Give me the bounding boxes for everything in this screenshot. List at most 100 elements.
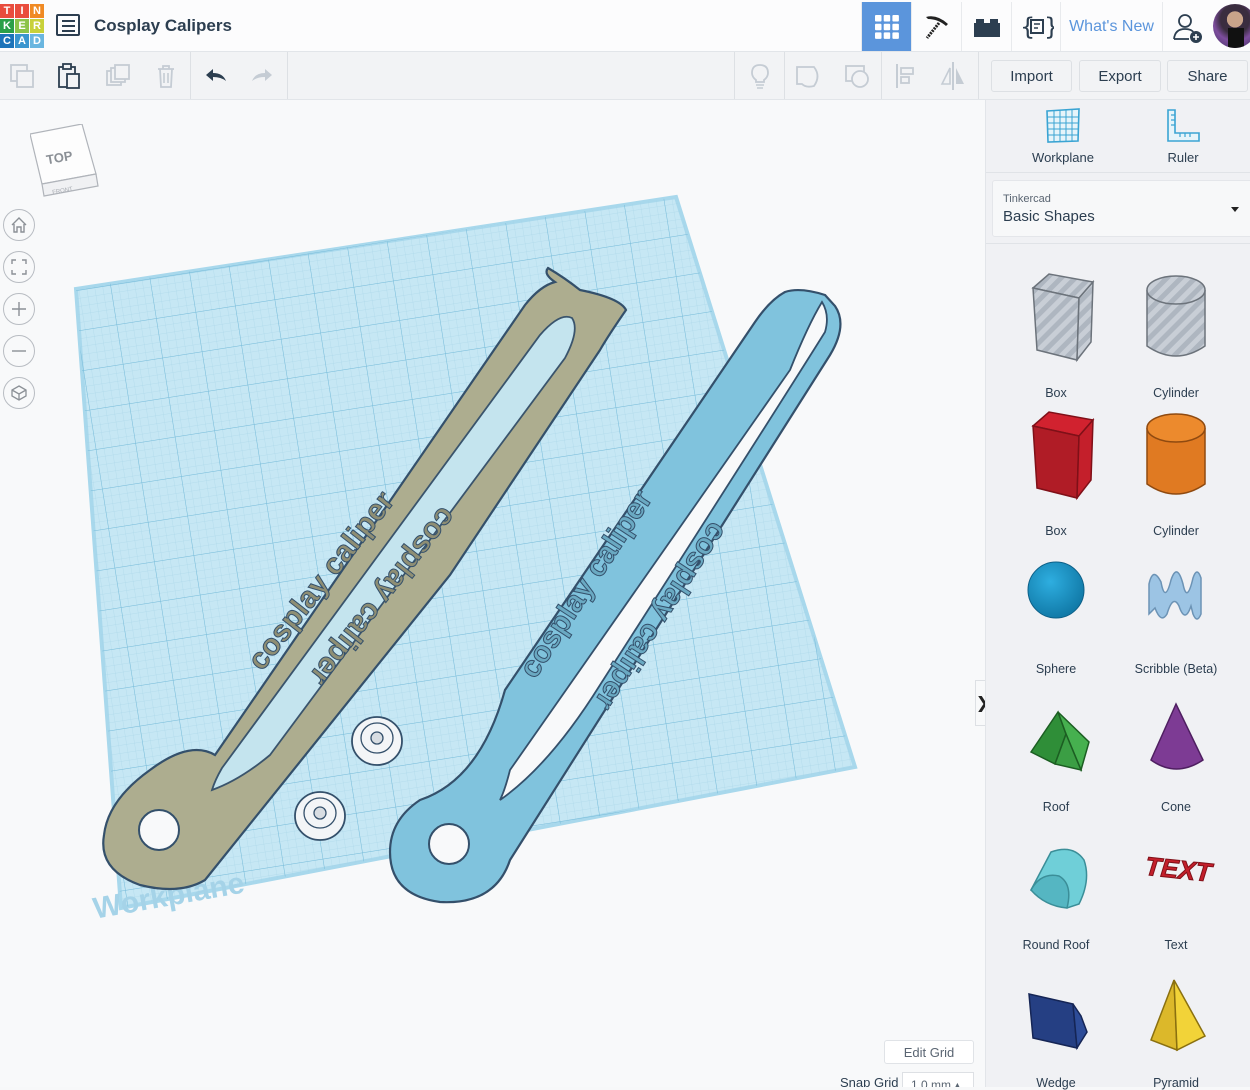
- notes-button[interactable]: [744, 60, 776, 92]
- shape-sphere[interactable]: Sphere: [996, 536, 1116, 676]
- shape-text[interactable]: TEXT Text: [1116, 812, 1236, 952]
- tinkercad-logo[interactable]: T I N K E R C A D: [0, 4, 44, 48]
- ruler-tool-label: Ruler: [1167, 150, 1199, 165]
- edit-grid-button[interactable]: Edit Grid: [884, 1040, 974, 1064]
- duplicate-button[interactable]: [102, 60, 134, 92]
- home-view-button[interactable]: [3, 209, 35, 241]
- shape-cylinder-hole[interactable]: Cylinder: [1116, 260, 1236, 400]
- export-button[interactable]: Export: [1079, 60, 1161, 92]
- view-cube[interactable]: TOP FRONT: [30, 124, 102, 204]
- shape-cone[interactable]: Cone: [1116, 674, 1236, 814]
- logo-letter: N: [30, 4, 44, 18]
- library-provider: Tinkercad: [1003, 193, 1051, 205]
- panel-divider: [986, 172, 1250, 173]
- plus-icon: [12, 302, 26, 316]
- shape-label: Wedge: [1036, 1076, 1076, 1090]
- mirror-button[interactable]: [937, 60, 969, 92]
- code-braces-icon: {}: [1020, 13, 1054, 41]
- duplicate-icon: [106, 64, 130, 86]
- nav-codeblocks[interactable]: {}: [1011, 2, 1061, 51]
- import-button[interactable]: Import: [991, 60, 1072, 92]
- logo-letter: K: [0, 19, 14, 33]
- shape-scribble[interactable]: Scribble (Beta): [1116, 536, 1236, 676]
- delete-button[interactable]: [150, 60, 182, 92]
- snap-grid-label: Snap Grid: [840, 1075, 899, 1087]
- brick-icon: [973, 18, 1000, 37]
- svg-text:TEXT: TEXT: [1144, 851, 1215, 888]
- design-list-icon[interactable]: [56, 14, 80, 36]
- toolbar-divider: [287, 52, 288, 99]
- side-panel: Workplane Ruler Tinkercad Basic Shapes B…: [985, 100, 1250, 1090]
- cone-icon: [1150, 702, 1204, 770]
- document-title[interactable]: Cosplay Calipers: [94, 16, 232, 36]
- perspective-button[interactable]: [3, 377, 35, 409]
- snap-grid-select[interactable]: 1.0 mm ▴: [902, 1072, 974, 1087]
- logo-letter: E: [15, 19, 29, 33]
- nav-blocks[interactable]: [911, 2, 961, 51]
- shape-box[interactable]: Box: [996, 398, 1116, 538]
- scribble-icon: [1148, 571, 1202, 620]
- group-icon: [845, 65, 869, 88]
- undo-button[interactable]: [200, 60, 232, 92]
- nav-bricks[interactable]: [961, 2, 1011, 51]
- nav-3d-design[interactable]: [861, 2, 911, 51]
- logo-letter: C: [0, 34, 14, 48]
- paste-button[interactable]: [53, 60, 85, 92]
- zoom-in-button[interactable]: [3, 293, 35, 325]
- group-button[interactable]: [842, 60, 874, 92]
- logo-letter: T: [0, 4, 14, 18]
- shape-library-select[interactable]: Tinkercad Basic Shapes: [992, 180, 1250, 237]
- copy-button[interactable]: [6, 60, 38, 92]
- copy-icon: [10, 64, 34, 88]
- whats-new-link[interactable]: What's New: [1060, 2, 1162, 51]
- invite-user-button[interactable]: [1162, 2, 1212, 51]
- grid-icon: [874, 14, 899, 39]
- ruler-icon: [1167, 109, 1200, 142]
- shape-cylinder[interactable]: Cylinder: [1116, 398, 1236, 538]
- show-all-button[interactable]: [793, 60, 825, 92]
- 3d-viewport[interactable]: Workplane cosplay caliper cosplay calipe…: [0, 100, 985, 1087]
- svg-text:}: }: [1044, 13, 1054, 41]
- shape-pyramid[interactable]: Pyramid: [1116, 950, 1236, 1090]
- fit-view-button[interactable]: [3, 251, 35, 283]
- sphere-icon: [1027, 561, 1085, 619]
- shape-label: Pyramid: [1153, 1076, 1199, 1090]
- minus-icon: [12, 350, 26, 352]
- shape-round-roof[interactable]: Round Roof: [996, 812, 1116, 952]
- shape-icon: [796, 66, 819, 88]
- align-button[interactable]: [890, 60, 922, 92]
- caret-down-icon: [1231, 207, 1239, 212]
- paste-icon: [58, 63, 80, 89]
- fit-view-icon: [11, 259, 27, 275]
- pickaxe-icon: [925, 15, 948, 39]
- washer-2[interactable]: [294, 791, 346, 841]
- home-icon: [11, 217, 27, 233]
- lightbulb-icon: [751, 64, 769, 89]
- workplane-icon: [1046, 108, 1080, 143]
- washer-1[interactable]: [351, 716, 403, 766]
- workplane[interactable]: Workplane: [0, 100, 985, 1087]
- library-selected: Basic Shapes: [1003, 208, 1095, 225]
- redo-button[interactable]: [246, 60, 278, 92]
- panel-divider: [986, 243, 1250, 244]
- align-icon: [896, 64, 914, 88]
- scene-canvas[interactable]: Workplane cosplay caliper cosplay calipe…: [0, 100, 985, 1087]
- shape-box-hole[interactable]: Box: [996, 260, 1116, 400]
- shape-wedge[interactable]: Wedge: [996, 950, 1116, 1090]
- top-bar: T I N K E R C A D Cosplay Calipers {} Wh…: [0, 0, 1250, 52]
- cube-icon: [11, 385, 27, 401]
- zoom-out-button[interactable]: [3, 335, 35, 367]
- toolbar-divider: [734, 52, 735, 99]
- share-button[interactable]: Share: [1167, 60, 1248, 92]
- collapse-panel-button[interactable]: ❯: [975, 680, 985, 726]
- box-hole-icon: [1031, 273, 1095, 363]
- toolbar: Import Export Share: [0, 52, 1250, 100]
- toolbar-divider: [190, 52, 191, 99]
- wedge-icon: [1028, 993, 1088, 1051]
- logo-letter: I: [15, 4, 29, 18]
- cylinder-hole-icon: [1146, 275, 1206, 357]
- user-avatar[interactable]: [1213, 4, 1250, 48]
- shape-roof[interactable]: Roof: [996, 674, 1116, 814]
- undo-icon: [206, 69, 226, 81]
- logo-letter: R: [30, 19, 44, 33]
